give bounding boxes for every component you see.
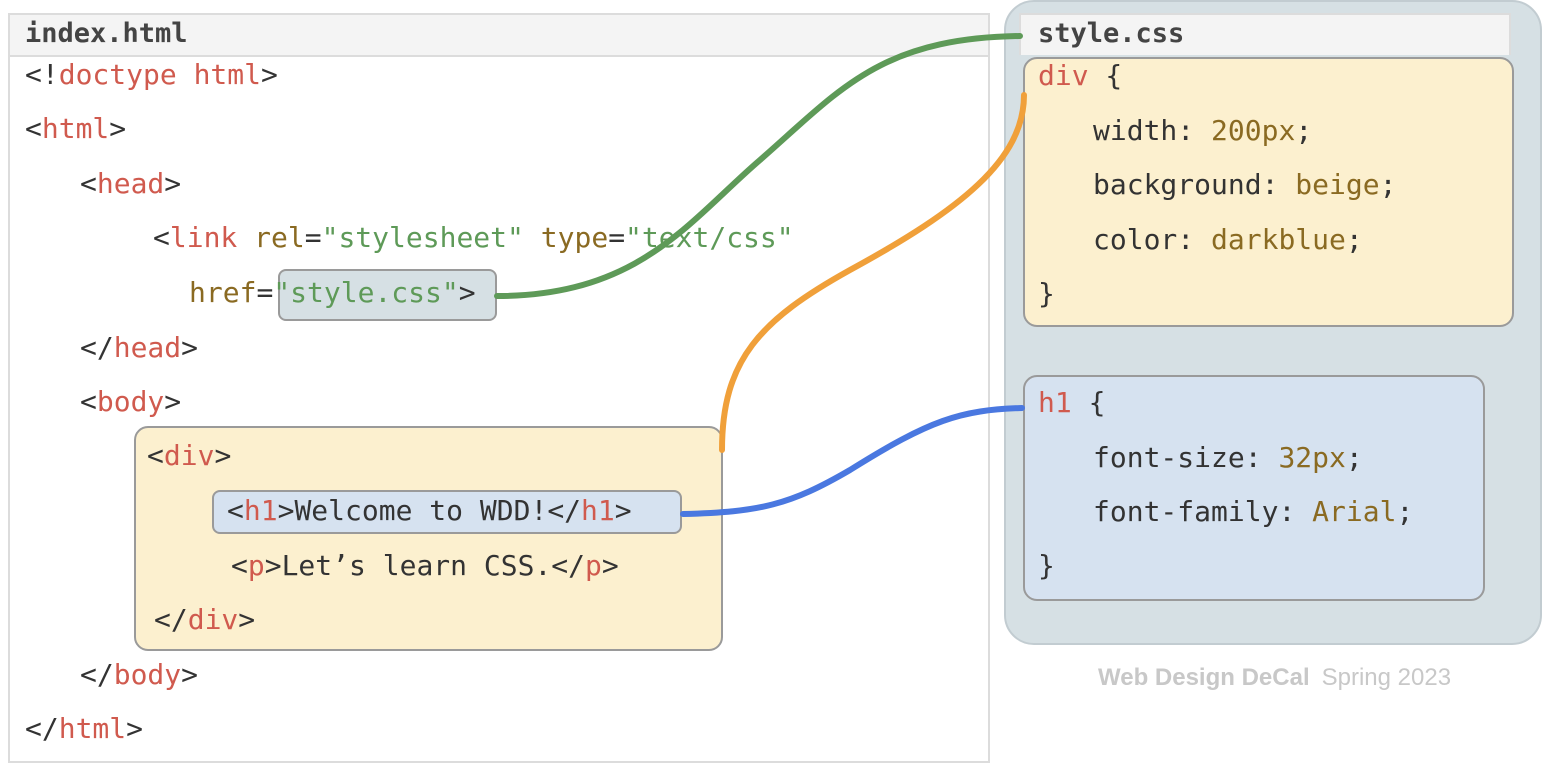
link-line: <link rel="stylesheet" type="text/css" (153, 221, 794, 254)
doctype-keyword: doctype html (58, 58, 262, 91)
css-value: darkblue (1211, 223, 1346, 256)
body-close-line: </body> (80, 658, 199, 691)
tag-name: link (169, 221, 238, 254)
h1-rule-selector-line: h1 { (1038, 386, 1106, 419)
course-name: Web Design DeCal (1098, 664, 1310, 691)
attr-value: "stylesheet" (321, 221, 524, 254)
h1-rule-selector: h1 (1038, 386, 1072, 419)
div-rule-width: width: 200px; (1093, 114, 1313, 147)
css-property: width (1093, 114, 1178, 147)
css-property: font-size (1093, 441, 1245, 474)
doctype-line: <!doctype html> (25, 58, 278, 91)
html-open-line: <html> (25, 112, 127, 145)
div-rule-close-brace: } (1038, 277, 1055, 310)
head-open-line: <head> (80, 167, 182, 200)
div-rule-background: background: beige; (1093, 168, 1397, 201)
p-line: <p>Let’s learn CSS.</p> (231, 549, 619, 582)
attr-value: "text/css" (625, 221, 794, 254)
p-text: Let’s learn CSS. (281, 549, 552, 582)
tag-name: h1 (243, 494, 278, 527)
div-rule-color: color: darkblue; (1093, 223, 1363, 256)
css-value: 200px (1211, 114, 1296, 147)
tag-name: html (41, 112, 110, 145)
tag-name: head (96, 167, 165, 200)
html-file-title: index.html (25, 18, 188, 49)
tag-name: h1 (581, 494, 615, 527)
attr-name: href (189, 276, 257, 309)
css-value: 32px (1278, 441, 1346, 474)
attr-name: type (540, 221, 609, 254)
css-property: color (1093, 223, 1178, 256)
h1-text: Welcome to WDD! (294, 494, 548, 527)
h1-rule-font-size: font-size: 32px; (1093, 441, 1363, 474)
css-property: font-family (1093, 495, 1279, 528)
css-file-title: style.css (1038, 18, 1185, 49)
tag-name: body (113, 658, 182, 691)
tag-name: body (96, 385, 165, 418)
body-open-line: <body> (80, 385, 182, 418)
tag-name: p (585, 549, 602, 582)
css-value: Arial (1312, 495, 1397, 528)
head-close-line: </head> (80, 331, 199, 364)
div-open-line: <div> (147, 439, 232, 472)
h1-rule-font-family: font-family: Arial; (1093, 495, 1414, 528)
div-close-line: </div> (154, 603, 256, 636)
html-close-line: </html> (25, 712, 144, 745)
div-rule-selector-line: div { (1038, 59, 1123, 92)
tag-name: head (113, 331, 182, 364)
div-rule-selector: div (1038, 59, 1089, 92)
course-term: Spring 2023 (1321, 664, 1452, 691)
tag-name: p (247, 549, 265, 582)
course-credit: Web Design DeCal Spring 2023 (1098, 664, 1451, 692)
css-value: beige (1295, 168, 1380, 201)
attr-name: rel (254, 221, 305, 254)
href-value: "style.css" (273, 276, 459, 309)
h1-rule-close-brace: } (1038, 549, 1055, 582)
tag-name: div (187, 603, 239, 636)
h1-line: <h1>Welcome to WDD!</h1> (227, 494, 632, 527)
href-line: href="style.css"> (189, 276, 476, 309)
tag-name: html (58, 712, 127, 745)
tag-name: div (163, 439, 215, 472)
css-property: background (1093, 168, 1262, 201)
